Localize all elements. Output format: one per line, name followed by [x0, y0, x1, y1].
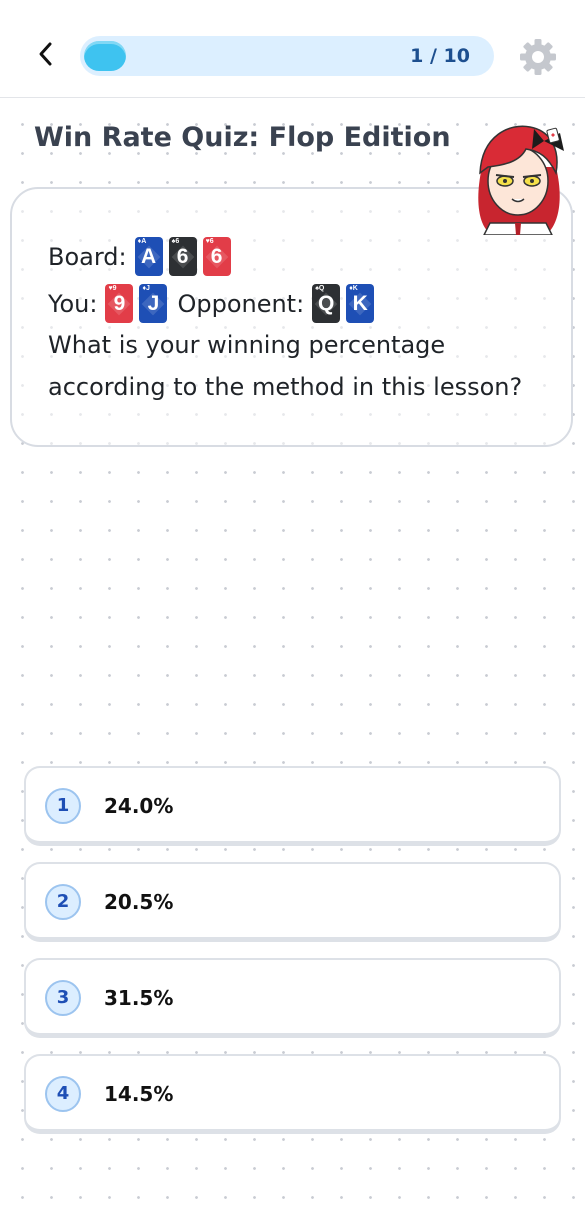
card-rank: 9	[113, 291, 126, 315]
playing-card-you-2: ♦J J	[139, 284, 168, 323]
chevron-left-icon	[39, 42, 52, 66]
card-rank: A	[141, 244, 157, 268]
option-4[interactable]: 4 14.5%	[24, 1054, 561, 1134]
card-rank: Q	[318, 291, 335, 315]
board-row: Board: ♦A A ♠6 6 ♥6 6	[48, 237, 237, 276]
you-label: You:	[48, 289, 98, 318]
you-cards: ♥9 9 ♦J J	[105, 284, 173, 323]
back-button[interactable]	[28, 36, 64, 72]
option-number: 3	[45, 980, 81, 1016]
question-text-line-2: according to the method in this lesson?	[48, 373, 523, 401]
opponent-label: Opponent:	[177, 289, 305, 318]
playing-card-board-3: ♥6 6	[202, 237, 231, 276]
quiz-title: Win Rate Quiz: Flop Edition	[34, 122, 451, 153]
top-bar: 1 / 10	[0, 0, 585, 98]
progress-bar: 1 / 10	[80, 36, 494, 76]
board-cards: ♦A A ♠6 6 ♥6 6	[134, 237, 237, 276]
card-rank: 6	[176, 244, 189, 268]
option-number: 1	[45, 788, 81, 824]
card-rank: J	[147, 291, 160, 315]
option-1[interactable]: 1 24.0%	[24, 766, 561, 846]
option-label: 31.5%	[104, 986, 174, 1010]
option-label: 20.5%	[104, 890, 174, 914]
progress-counter: 1 / 10	[410, 45, 470, 67]
playing-card-board-1: ♦A A	[134, 237, 163, 276]
option-2[interactable]: 2 20.5%	[24, 862, 561, 942]
opponent-cards: ♠Q Q ♦K K	[312, 284, 380, 323]
progress-fill	[84, 41, 126, 71]
hands-row: You: ♥9 9 ♦J J Opponent: ♠Q Q ♦K K	[48, 284, 380, 323]
playing-card-opponent-1: ♠Q Q	[312, 284, 341, 323]
board-label: Board:	[48, 242, 127, 271]
card-rank: K	[352, 291, 368, 315]
option-number: 2	[45, 884, 81, 920]
question-text-line-1: What is your winning percentage	[48, 331, 446, 359]
playing-card-board-2: ♠6 6	[168, 237, 197, 276]
gear-icon	[520, 39, 556, 75]
playing-card-opponent-2: ♦K K	[346, 284, 375, 323]
option-3[interactable]: 3 31.5%	[24, 958, 561, 1038]
avatar	[478, 125, 564, 235]
option-label: 14.5%	[104, 1082, 174, 1106]
settings-button[interactable]	[517, 36, 559, 78]
playing-card-you-1: ♥9 9	[105, 284, 134, 323]
card-rank: 6	[210, 244, 223, 268]
option-number: 4	[45, 1076, 81, 1112]
option-label: 24.0%	[104, 794, 174, 818]
